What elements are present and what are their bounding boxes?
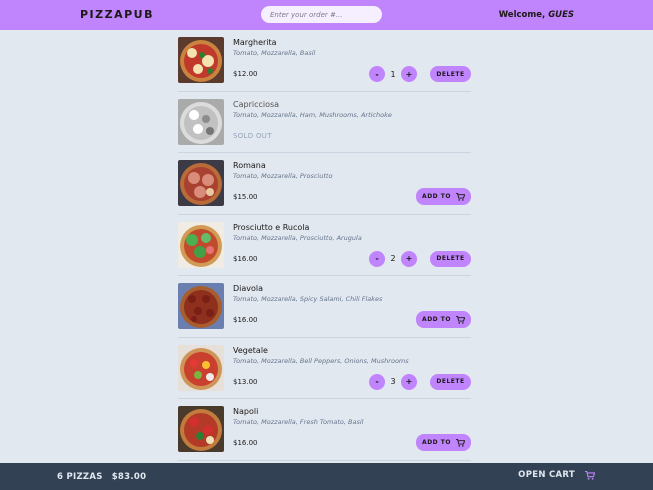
cart-overview: 6 PIZZAS $83.00 OPEN CART [0,463,653,490]
pizza-image [178,344,224,391]
item-quantity: 1 [390,69,396,79]
pizza-image [178,406,224,452]
cart-icon [585,470,595,480]
pizza-item: Napoli Tomato, Mozzarella, Fresh Tomato, … [178,399,471,461]
app-header: PIZZAPUB Welcome, GUES [0,0,653,30]
pizza-item: Romana Tomato, Mozzarella, Prosciutto $15.… [178,153,471,215]
decrease-quantity-button[interactable]: - [369,250,385,267]
add-to-cart-label: ADD TO [422,193,451,200]
item-quantity: 2 [390,254,396,263]
add-to-cart-label: ADD TO [422,316,451,323]
pizza-ingredients: Tomato, Mozzarella, Ham, Mushrooms, Arti… [233,110,392,119]
pizza-ingredients: Tomato, Mozzarella, Spicy Salami, Chili … [233,295,383,303]
pizza-name: Romana [233,161,266,170]
pizza-ingredients: Tomato, Mozzarella, Prosciutto [233,172,333,180]
increase-quantity-button[interactable]: + [401,66,417,82]
pizza-image [178,283,224,329]
pizza-menu: Margherita Tomato, Mozzarella, Basil $12.0… [178,30,471,461]
cart-summary: 6 PIZZAS $83.00 [57,472,146,482]
pizza-price: $12.00 [233,70,258,78]
pizza-item: Prosciutto e Rucola Tomato, Mozzarella, P… [178,215,471,276]
cart-icon [455,192,465,201]
pizza-price: $16.00 [233,316,258,324]
add-to-cart-label: ADD TO [422,439,451,446]
add-to-cart-button[interactable]: ADD TO [416,434,471,451]
item-quantity: 3 [390,377,396,386]
pizza-ingredients: Tomato, Mozzarella, Fresh Tomato, Basil [233,418,364,426]
decrease-quantity-button[interactable]: - [369,373,385,390]
pizza-item: Diavola Tomato, Mozzarella, Spicy Salami,… [178,276,471,338]
pizza-name: Margherita [233,38,277,47]
delete-item-button[interactable]: DELETE [430,250,471,267]
pizza-name: Vegetale [233,345,268,355]
pizza-image [178,160,224,206]
pizza-name: Napoli [233,407,259,416]
open-cart-link[interactable]: OPEN CART [518,470,595,480]
pizza-price: $13.00 [233,377,258,386]
pizza-name: Capricciosa [233,99,280,109]
quantity-controls: -3 + DELETE [369,373,471,390]
order-search-input[interactable] [261,6,382,23]
quantity-controls: -1 + DELETE [369,66,471,82]
add-to-cart-button[interactable]: ADD TO [416,311,471,328]
pizza-name: Diavola [233,284,264,293]
pizza-item: Vegetale Tomato, Mozzarella, Bell Peppers… [178,338,471,399]
quantity-controls: -2 + DELETE [369,250,471,267]
delete-item-button[interactable]: DELETE [430,373,471,390]
pizza-item: Margherita Tomato, Mozzarella, Basil $12.0… [178,30,471,92]
sold-out-label: SOLD OUT [233,131,272,140]
cart-icon [455,438,465,447]
pizza-name: Prosciutto e Rucola [233,222,310,232]
increase-quantity-button[interactable]: + [401,250,417,267]
increase-quantity-button[interactable]: + [401,373,417,390]
logo[interactable]: PIZZAPUB [80,8,154,21]
welcome-message: Welcome, GUES [499,10,574,20]
welcome-prefix: Welcome, [498,10,546,20]
open-cart-label: OPEN CART [518,470,575,480]
pizza-count: 6 PIZZAS [57,472,103,482]
pizza-ingredients: Tomato, Mozzarella, Prosciutto, Arugula [233,233,362,242]
pizza-ingredients: Tomato, Mozzarella, Bell Peppers, Onions… [233,356,409,365]
cart-total: $83.00 [111,472,147,482]
pizza-ingredients: Tomato, Mozzarella, Basil [233,49,316,57]
pizza-image [178,221,224,268]
username: GUES [548,10,574,20]
pizza-item: Capricciosa Tomato, Mozzarella, Ham, Mush… [178,92,471,153]
add-to-cart-button[interactable]: ADD TO [416,188,471,205]
delete-item-button[interactable]: DELETE [430,66,471,82]
pizza-price: $15.00 [233,193,258,201]
pizza-price: $16.00 [233,254,258,263]
cart-icon [455,315,465,324]
pizza-image [178,37,224,83]
pizza-price: $16.00 [233,439,258,447]
decrease-quantity-button[interactable]: - [369,66,385,82]
pizza-image [178,98,224,145]
